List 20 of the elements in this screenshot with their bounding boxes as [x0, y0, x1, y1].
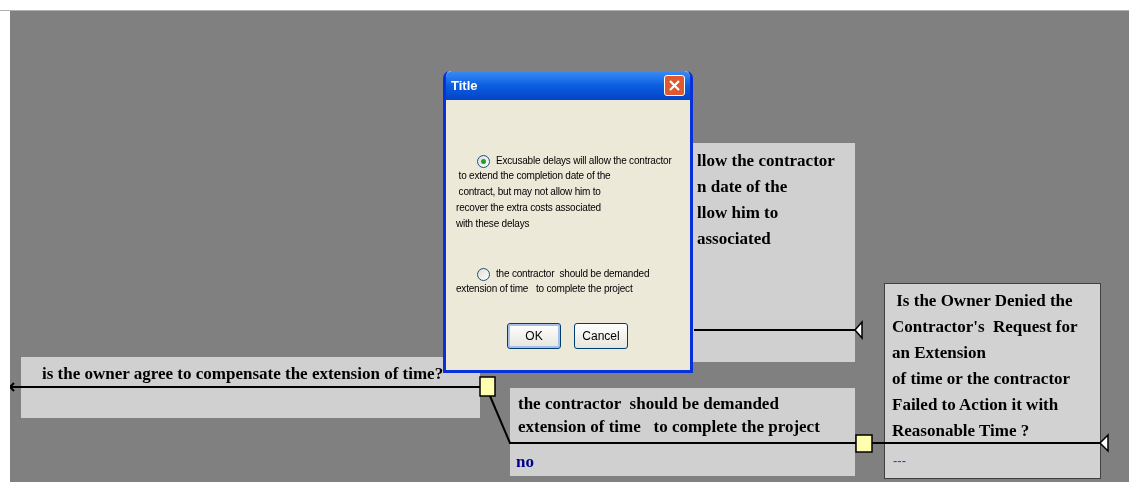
node-text: the contractor should be demanded extension of time to complete the project	[518, 393, 820, 438]
option-label: the contractor should be demanded	[496, 267, 650, 281]
node-text: associated	[697, 228, 771, 250]
radio-button[interactable]	[477, 155, 490, 168]
node-text: n date of the	[697, 176, 788, 198]
close-icon	[669, 80, 680, 91]
node-text: is the owner agree to compensate the extension of time?	[42, 363, 444, 385]
option-label: to extend the completion date of the contract, but may not allow him to recover the extra costs associated with these delays	[456, 169, 611, 231]
option-label: Excusable delays will allow the contractor	[496, 154, 672, 168]
dialog-button[interactable]: OK	[507, 323, 561, 349]
answer-text: no	[516, 452, 534, 472]
node-text: Is the Owner Denied the Contractor's Request for an Extension of time or the contractor Failed to Action it with Reasonable Time ?	[892, 290, 1078, 442]
close-button[interactable]	[664, 75, 685, 96]
node-text: llow the contractor	[697, 150, 835, 172]
answer-text: ---	[893, 453, 906, 469]
node-text: llow him to	[697, 202, 779, 224]
radio-button[interactable]	[477, 268, 490, 281]
window-title: Title	[451, 76, 478, 95]
option-label: extension of time to complete the project	[456, 282, 633, 296]
dialog-button[interactable]: Cancel	[574, 323, 628, 349]
